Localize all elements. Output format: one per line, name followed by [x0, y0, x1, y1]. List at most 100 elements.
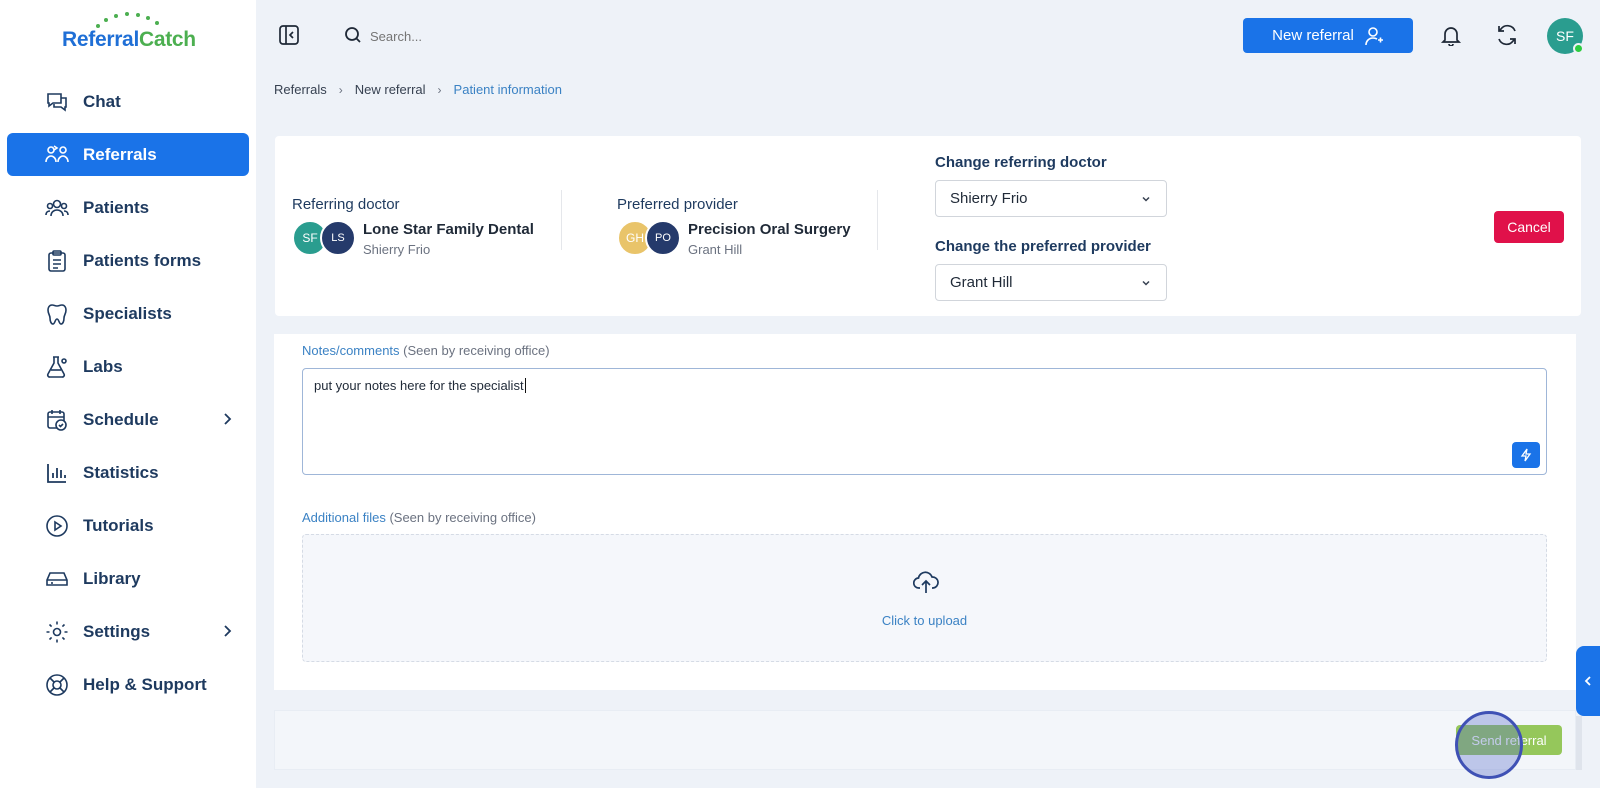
sidebar-item-chat[interactable]: Chat — [7, 80, 249, 123]
sidebar-nav: Chat Referrals Patients Patients forms S… — [7, 80, 249, 716]
notes-files-card: Notes/comments (Seen by receiving office… — [274, 334, 1576, 690]
notes-label-title: Notes/comments — [302, 343, 400, 358]
breadcrumb-referrals[interactable]: Referrals — [274, 82, 327, 97]
notes-label: Notes/comments (Seen by receiving office… — [302, 343, 550, 358]
preferred-provider-select[interactable]: Grant Hill — [935, 264, 1167, 301]
chevron-left-icon — [1584, 676, 1591, 686]
user-icon — [1365, 26, 1383, 45]
user-initials: SF — [1556, 28, 1574, 44]
play-circle-icon — [46, 515, 68, 537]
user-avatar[interactable]: SF — [1547, 18, 1584, 54]
sidebar-item-patients-forms[interactable]: Patients forms — [7, 239, 249, 282]
bar-chart-icon — [47, 464, 66, 483]
sidebar-item-label: Labs — [83, 357, 123, 376]
click-indicator — [1455, 711, 1523, 779]
refresh-icon[interactable] — [1496, 24, 1518, 46]
sidebar-item-label: Patients forms — [83, 251, 202, 270]
referring-avatars: SF LS — [292, 220, 358, 256]
breadcrumb-patient-information: Patient information — [453, 82, 562, 97]
chat-icon — [47, 93, 67, 112]
sidebar: ReferralCatch Chat Referrals Patients Pa… — [0, 0, 256, 788]
referrals-icon — [45, 145, 69, 163]
sidebar-item-schedule[interactable]: Schedule — [7, 398, 249, 441]
calendar-check-icon — [47, 410, 67, 431]
sidebar-item-tutorials[interactable]: Tutorials — [7, 504, 249, 547]
breadcrumb: Referrals › New referral › Patient infor… — [274, 82, 562, 97]
patients-icon — [45, 199, 69, 217]
sidebar-item-labs[interactable]: Labs — [7, 345, 249, 388]
chevron-right-icon[interactable] — [219, 411, 235, 427]
chevron-down-icon — [1142, 280, 1150, 286]
avatar: LS — [320, 220, 356, 256]
referralcatch-logo[interactable]: ReferralCatch — [62, 12, 202, 52]
provider-avatars: GH PO — [617, 220, 683, 256]
chevron-right-icon: › — [437, 82, 442, 97]
referring-doctor-select[interactable]: Shierry Frio — [935, 180, 1167, 217]
referring-doctor-select-value: Shierry Frio — [950, 190, 1028, 207]
sidebar-item-label: Statistics — [83, 463, 159, 482]
lightning-icon — [1520, 448, 1532, 462]
topbar: New referral SF — [256, 0, 1600, 72]
sidebar-item-library[interactable]: Library — [7, 557, 249, 600]
breadcrumb-new-referral[interactable]: New referral — [355, 82, 426, 97]
notes-textarea[interactable]: put your notes here for the specialist — [302, 368, 1547, 475]
sidebar-item-label: Chat — [83, 92, 121, 111]
change-doctor-label: Change referring doctor — [935, 154, 1107, 171]
sidebar-item-label: Schedule — [83, 410, 159, 429]
provider-practice-name: Precision Oral Surgery — [688, 221, 851, 238]
referring-doctor-name: Shierry Frio — [363, 242, 431, 257]
referring-doctor-title: Referring doctor — [292, 196, 400, 213]
side-panel-toggle[interactable] — [1576, 646, 1600, 716]
online-status-dot — [1573, 43, 1584, 54]
logo-text-primary: Referral — [62, 28, 139, 51]
gear-icon — [46, 621, 68, 643]
sidebar-item-label: Referrals — [83, 145, 157, 164]
provider-doctor-name: Grant Hill — [688, 242, 743, 257]
sidebar-item-patients[interactable]: Patients — [7, 186, 249, 229]
referring-doctor-block: Referring doctor SF LS Lone Star Family … — [292, 196, 534, 257]
sidebar-item-label: Help & Support — [83, 675, 207, 694]
logo-text-accent: Catch — [138, 28, 196, 51]
new-referral-label: New referral — [1272, 27, 1354, 44]
referring-practice-name: Lone Star Family Dental — [363, 221, 534, 238]
avatar: PO — [645, 220, 681, 256]
notes-label-hint: (Seen by receiving office) — [403, 343, 550, 358]
bell-icon[interactable] — [1440, 24, 1462, 46]
preferred-provider-title: Preferred provider — [617, 196, 738, 213]
logo-arc-icon — [96, 12, 159, 28]
upload-prompt: Click to upload — [881, 613, 968, 628]
search-bar[interactable] — [344, 24, 644, 48]
chevron-right-icon[interactable] — [219, 623, 235, 639]
new-referral-button[interactable]: New referral — [1243, 18, 1413, 53]
preferred-provider-select-value: Grant Hill — [950, 274, 1013, 291]
tooth-icon — [47, 304, 67, 325]
sidebar-item-settings[interactable]: Settings — [7, 610, 249, 653]
collapse-sidebar-icon[interactable] — [278, 24, 300, 46]
files-label-title: Additional files — [302, 510, 386, 525]
sidebar-item-referrals[interactable]: Referrals — [7, 133, 249, 176]
ai-assist-button[interactable] — [1512, 442, 1540, 468]
change-provider-label: Change the preferred provider — [935, 238, 1151, 255]
scrollbar[interactable] — [1576, 716, 1582, 770]
preferred-provider-block: Preferred provider GH PO Precision Oral … — [617, 196, 851, 257]
search-input[interactable] — [370, 24, 630, 48]
files-label-hint: (Seen by receiving office) — [389, 510, 536, 525]
sidebar-item-help-support[interactable]: Help & Support — [7, 663, 249, 706]
divider — [877, 190, 878, 250]
text-cursor — [524, 378, 526, 393]
cancel-button[interactable]: Cancel — [1494, 211, 1564, 243]
sidebar-item-statistics[interactable]: Statistics — [7, 451, 249, 494]
sidebar-item-label: Settings — [83, 622, 151, 641]
clipboard-icon — [48, 250, 66, 272]
file-upload-dropzone[interactable]: Click to upload — [302, 534, 1547, 662]
sidebar-item-specialists[interactable]: Specialists — [7, 292, 249, 335]
drive-icon — [46, 572, 68, 586]
chevron-right-icon: › — [338, 82, 343, 97]
sidebar-item-label: Patients — [83, 198, 150, 217]
lifebuoy-icon — [46, 674, 68, 696]
sidebar-item-label: Tutorials — [83, 516, 154, 535]
referral-info-card: Referring doctor SF LS Lone Star Family … — [275, 136, 1581, 316]
sidebar-item-label: Library — [83, 569, 141, 588]
flask-icon — [46, 356, 67, 378]
search-icon — [345, 27, 361, 43]
